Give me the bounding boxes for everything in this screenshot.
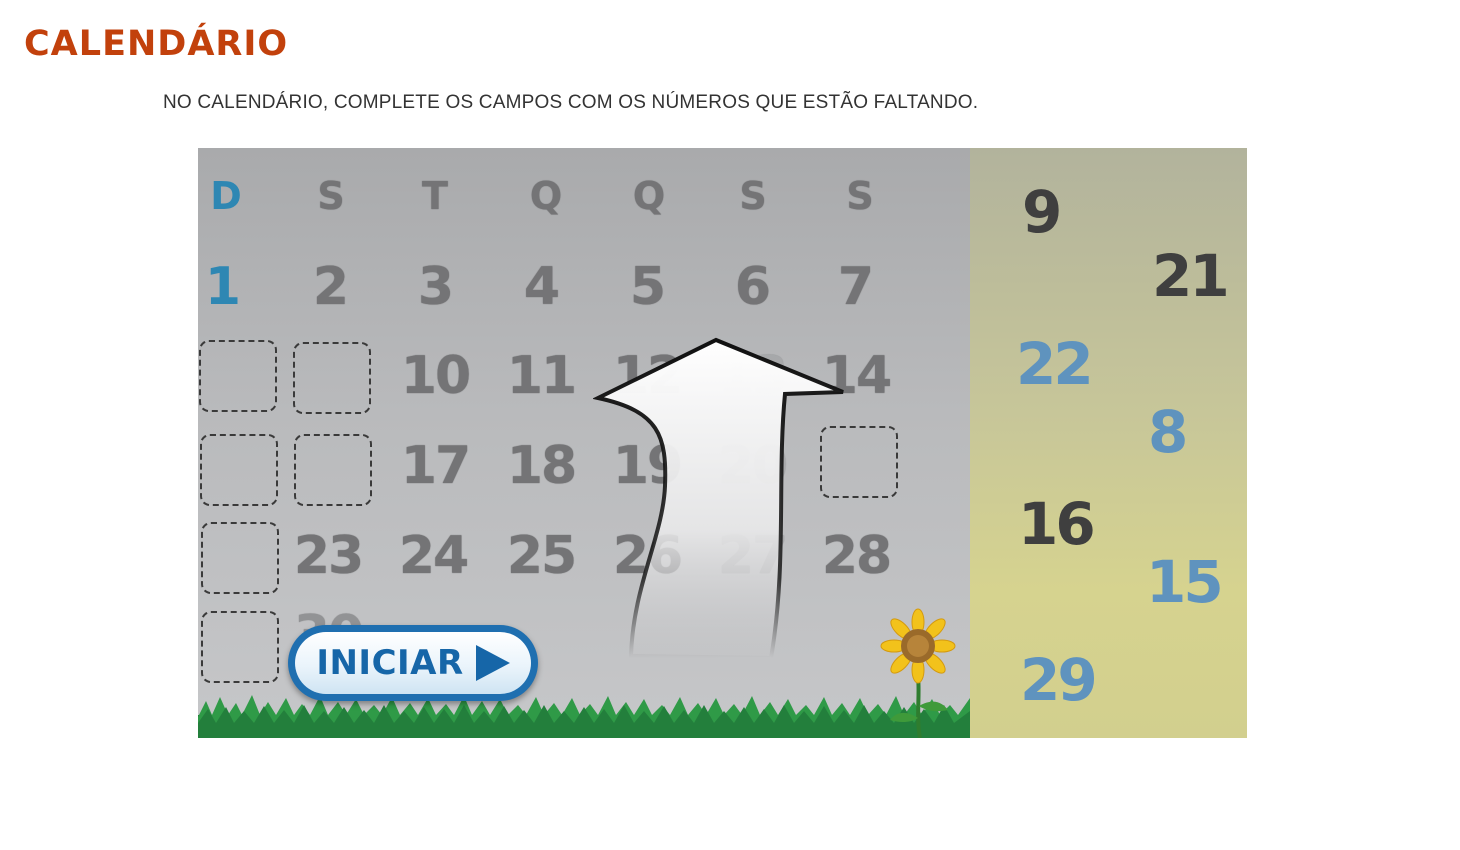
- weekday-thursday: Q: [632, 174, 666, 218]
- day-cell: 2: [312, 257, 349, 317]
- number-tile[interactable]: 8: [1148, 398, 1188, 466]
- day-cell: 18: [506, 436, 577, 496]
- number-tile[interactable]: 29: [1020, 646, 1098, 714]
- number-tray: 9 21 22 8 16 15 29: [970, 148, 1247, 738]
- weekday-friday: S: [739, 174, 767, 218]
- weekday-saturday: S: [846, 174, 874, 218]
- start-button-face[interactable]: INICIAR: [295, 632, 531, 694]
- day-cell: 10: [400, 346, 471, 406]
- number-tile[interactable]: 9: [1022, 178, 1062, 246]
- start-button[interactable]: INICIAR: [288, 625, 538, 701]
- empty-slot[interactable]: [200, 434, 278, 506]
- empty-slot[interactable]: [201, 611, 279, 683]
- empty-slot[interactable]: [294, 434, 372, 506]
- number-tile[interactable]: 15: [1146, 548, 1224, 616]
- day-cell: 1: [204, 257, 241, 317]
- day-cell: 23: [293, 526, 364, 586]
- grass-decoration: [198, 695, 970, 738]
- day-cell: 3: [417, 257, 454, 317]
- page-title: CALENDÁRIO: [24, 24, 289, 64]
- weekday-tuesday: T: [422, 174, 448, 218]
- weekday-sunday: D: [210, 174, 242, 218]
- weekday-monday: S: [317, 174, 345, 218]
- empty-slot[interactable]: [201, 522, 279, 594]
- instruction-text: NO CALENDÁRIO, COMPLETE OS CAMPOS COM OS…: [163, 92, 979, 113]
- day-cell: 17: [400, 436, 471, 496]
- day-cell: 7: [837, 257, 874, 317]
- day-cell: 6: [734, 257, 771, 317]
- calendar-game: D S T Q Q S S 1 2 3 4 5 6 7 10 11 12 13 …: [198, 148, 1247, 738]
- number-tile[interactable]: 21: [1152, 242, 1230, 310]
- day-cell: 4: [523, 257, 560, 317]
- weekday-wednesday: Q: [529, 174, 563, 218]
- empty-slot[interactable]: [199, 340, 277, 412]
- up-arrow-icon: [593, 337, 844, 661]
- number-tile[interactable]: 22: [1016, 330, 1094, 398]
- sunflower-icon: [880, 608, 956, 738]
- day-cell: 25: [506, 526, 577, 586]
- empty-slot[interactable]: [293, 342, 371, 414]
- calendar-board: D S T Q Q S S 1 2 3 4 5 6 7 10 11 12 13 …: [198, 148, 970, 738]
- day-cell: 24: [398, 526, 469, 586]
- number-tile[interactable]: 16: [1018, 490, 1096, 558]
- play-triangle-icon: [475, 645, 510, 681]
- day-cell: 11: [506, 346, 577, 406]
- start-button-label: INICIAR: [316, 643, 464, 683]
- day-cell: 5: [629, 257, 666, 317]
